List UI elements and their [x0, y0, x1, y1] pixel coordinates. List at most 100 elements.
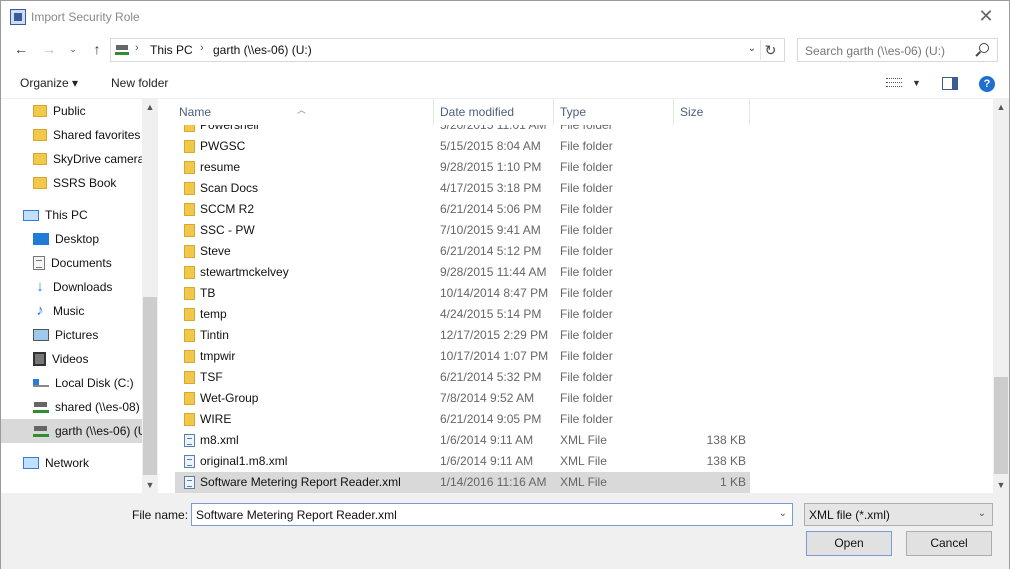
up-arrow-icon[interactable]: ↑	[87, 39, 107, 59]
file-type-dropdown-icon[interactable]: ⌄	[978, 508, 986, 519]
file-type: File folder	[560, 244, 613, 258]
file-row[interactable]: temp 4/24/2015 5:14 PM File folder	[175, 304, 750, 325]
file-row[interactable]: Software Metering Report Reader.xml 1/14/…	[175, 472, 750, 493]
sidebar-item[interactable]: garth (\\es-06) (U:)	[1, 419, 142, 443]
search-box[interactable]: Search garth (\\es-06) (U:)	[797, 38, 998, 62]
sidebar-item-label: Network	[45, 456, 90, 470]
column-header-name[interactable]: Name ︿	[173, 99, 434, 125]
file-row[interactable]: stewartmckelvey 9/28/2015 11:44 AM File fo…	[175, 262, 750, 283]
file-date: 12/17/2015 2:29 PM	[440, 328, 549, 342]
file-row[interactable]: Wet-Group 7/8/2014 9:52 AM File folder	[175, 388, 750, 409]
preview-pane-icon[interactable]	[942, 77, 958, 90]
column-header-type[interactable]: Type	[554, 99, 674, 125]
back-arrow-icon[interactable]: ←	[11, 39, 31, 59]
file-row[interactable]: PWGSC 5/15/2015 8:04 AM File folder	[175, 136, 750, 157]
folder-icon	[33, 129, 47, 141]
column-header-date-modified[interactable]: Date modified	[434, 99, 554, 125]
sidebar-item[interactable]: ♪ Music	[1, 299, 142, 323]
file-name: Tintin	[200, 328, 229, 342]
file-type: XML File	[560, 454, 607, 468]
file-date: 4/17/2015 3:18 PM	[440, 181, 542, 195]
new-folder-button[interactable]: New folder	[111, 76, 168, 90]
open-button[interactable]: Open	[806, 531, 892, 556]
scrollbar-thumb[interactable]	[994, 377, 1008, 474]
view-details-icon[interactable]	[886, 78, 902, 88]
file-row[interactable]: TB 10/14/2014 8:47 PM File folder	[175, 283, 750, 304]
file-name: SCCM R2	[200, 202, 255, 216]
sidebar-item[interactable]: ↓ Downloads	[1, 275, 142, 299]
sidebar-item[interactable]: SSRS Book	[1, 171, 142, 195]
file-row[interactable]: Steve 6/21/2014 5:12 PM File folder	[175, 241, 750, 262]
sidebar-item-label: Shared favorites	[53, 128, 141, 142]
import-security-role-dialog: Import Security Role ✕ ← → ⌄ ↑ › This PC…	[0, 0, 1010, 569]
toolbar: Organize ▾ New folder ▼ ?	[1, 67, 1009, 99]
navigation-pane-scrollbar[interactable]: ▲ ▼	[142, 99, 158, 493]
file-row[interactable]: m8.xml 1/6/2014 9:11 AM XML File 138 KB	[175, 430, 750, 451]
folder-icon	[184, 245, 195, 258]
local-disk-icon	[33, 379, 49, 387]
file-type: File folder	[560, 125, 613, 132]
network-drive-icon	[33, 401, 49, 413]
column-header-size[interactable]: Size	[674, 99, 750, 125]
organize-button[interactable]: Organize ▾	[20, 76, 78, 90]
file-name-input[interactable]: Software Metering Report Reader.xml ⌄	[191, 503, 793, 526]
close-icon[interactable]: ✕	[963, 1, 1009, 32]
refresh-icon[interactable]: ↻	[760, 40, 780, 60]
file-date: 10/14/2014 8:47 PM	[440, 286, 549, 300]
file-name: stewartmckelvey	[200, 265, 289, 279]
sort-ascending-icon: ︿	[297, 105, 307, 115]
file-row[interactable]: TSF 6/21/2014 5:32 PM File folder	[175, 367, 750, 388]
sidebar-item[interactable]: Desktop	[1, 227, 142, 251]
address-bar[interactable]: › This PC › garth (\\es-06) (U:) ⌄ ↻	[110, 38, 785, 62]
file-row[interactable]: Tintin 12/17/2015 2:29 PM File folder	[175, 325, 750, 346]
sidebar-item[interactable]: Videos	[1, 347, 142, 371]
file-row[interactable]: Scan Docs 4/17/2015 3:18 PM File folder	[175, 178, 750, 199]
scroll-down-icon[interactable]: ▼	[142, 477, 158, 493]
file-row[interactable]: resume 9/28/2015 1:10 PM File folder	[175, 157, 750, 178]
sidebar-item[interactable]: shared (\\es-08)	[1, 395, 142, 419]
pictures-icon	[33, 329, 49, 341]
file-name-dropdown-icon[interactable]: ⌄	[779, 508, 787, 519]
file-type: File folder	[560, 307, 613, 321]
file-row[interactable]: Powershell 5/20/2015 11:01 AM File folder	[175, 125, 750, 136]
file-row[interactable]: original1.m8.xml 1/6/2014 9:11 AM XML File…	[175, 451, 750, 472]
scroll-up-icon[interactable]: ▲	[993, 99, 1009, 115]
sidebar-item[interactable]: Documents	[1, 251, 142, 275]
search-icon[interactable]	[979, 43, 989, 53]
sidebar-item[interactable]: Shared favorites	[1, 123, 142, 147]
folder-icon	[184, 413, 195, 426]
sidebar-item[interactable]: This PC	[1, 203, 142, 227]
file-name-label: File name:	[132, 508, 189, 522]
help-icon[interactable]: ?	[979, 76, 995, 92]
file-row[interactable]: SSC - PW 7/10/2015 9:41 AM File folder	[175, 220, 750, 241]
scroll-up-icon[interactable]: ▲	[142, 99, 158, 115]
forward-arrow-icon[interactable]: →	[39, 39, 59, 59]
breadcrumb-garth-drive[interactable]: garth (\\es-06) (U:)	[213, 43, 312, 57]
file-date: 4/24/2015 5:14 PM	[440, 307, 542, 321]
sidebar-item[interactable]: Local Disk (C:)	[1, 371, 142, 395]
file-row[interactable]: WIRE 6/21/2014 9:05 PM File folder	[175, 409, 750, 430]
xml-file-icon	[184, 476, 195, 489]
recent-locations-chevron-icon[interactable]: ⌄	[63, 39, 83, 59]
sidebar-item[interactable]: Pictures	[1, 323, 142, 347]
cancel-button[interactable]: Cancel	[906, 531, 992, 556]
file-name: SSC - PW	[200, 223, 255, 237]
file-row[interactable]: tmpwir 10/17/2014 1:07 PM File folder	[175, 346, 750, 367]
address-dropdown-icon[interactable]: ⌄	[748, 43, 756, 54]
file-type: File folder	[560, 139, 613, 153]
download-icon: ↓	[36, 278, 44, 295]
file-type-select[interactable]: XML file (*.xml) ⌄	[804, 503, 993, 526]
sidebar-item[interactable]: Public	[1, 99, 142, 123]
view-dropdown-icon[interactable]: ▼	[912, 78, 921, 88]
sidebar-item[interactable]: Network	[1, 451, 142, 475]
file-list-scrollbar[interactable]: ▲ ▼	[993, 99, 1009, 493]
folder-icon	[184, 350, 195, 363]
sidebar-item[interactable]: SkyDrive camera	[1, 147, 142, 171]
breadcrumb-this-pc[interactable]: This PC	[150, 43, 193, 57]
scroll-down-icon[interactable]: ▼	[993, 477, 1009, 493]
file-name: Steve	[200, 244, 231, 258]
scrollbar-thumb[interactable]	[143, 297, 157, 475]
file-row[interactable]: SCCM R2 6/21/2014 5:06 PM File folder	[175, 199, 750, 220]
network-drive-icon	[33, 425, 49, 437]
file-name: TSF	[200, 370, 223, 384]
